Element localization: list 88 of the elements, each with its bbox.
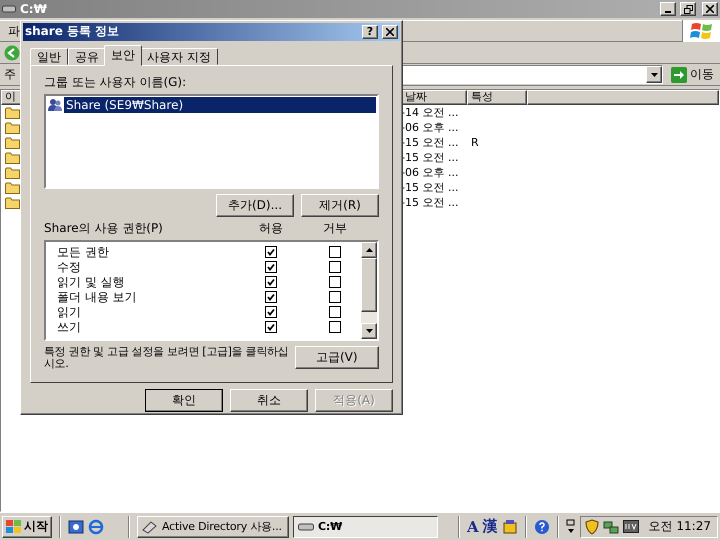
shield-icon[interactable] (584, 518, 599, 534)
deny-checkbox[interactable] (329, 306, 341, 318)
allow-header: 허용 (258, 220, 284, 237)
folder-icon (5, 136, 20, 148)
allow-checkbox[interactable] (265, 291, 277, 304)
permission-name: 읽기 및 실행 (57, 274, 126, 291)
hint-text: 특정 권한 및 고급 설정을 보려면 [고급]을 클릭하십시오. (44, 346, 289, 370)
taskbar-button[interactable]: Active Directory 사용... (137, 516, 289, 538)
tab[interactable]: 공유 (68, 48, 106, 65)
restore-icon (684, 4, 692, 14)
tab[interactable]: 사용자 지정 (140, 48, 218, 65)
permission-name: 폴더 내용 보기 (57, 288, 138, 306)
deny-checkbox[interactable] (329, 246, 341, 258)
up-arrow-icon (366, 248, 372, 252)
dialog-title: share 등록 정보 (25, 23, 120, 40)
user-list[interactable]: Share (SE9₩Share) (44, 94, 379, 189)
tab[interactable]: 보안 (104, 44, 142, 66)
menu-item[interactable]: 파 (8, 22, 20, 40)
advanced-button[interactable]: 고급(V) (294, 346, 379, 369)
ime-indicator[interactable]: 漢 (482, 517, 498, 536)
go-button[interactable]: 이동 (667, 64, 718, 84)
deny-checkbox[interactable] (329, 321, 341, 334)
user-item[interactable]: Share (SE9₩Share) (64, 96, 376, 113)
tool-icon (142, 520, 158, 534)
flag-logo-icon (690, 21, 714, 41)
date-cell-text: -06 오후 ... (401, 120, 460, 135)
folder-icon (5, 182, 20, 194)
deny-header: 거부 (322, 220, 348, 237)
attribute-cell-text: R (470, 136, 480, 149)
folder-icon (5, 196, 20, 208)
column-header[interactable]: 날짜 (401, 90, 467, 105)
deny-checkbox[interactable] (329, 276, 341, 288)
deny-checkbox[interactable] (329, 291, 341, 304)
ime-indicator[interactable]: A (466, 518, 479, 536)
add-button[interactable]: 추가(D)... (216, 194, 294, 217)
clock: 오전 11:27 (648, 518, 711, 535)
dialog-button[interactable]: 확인 (145, 389, 223, 412)
date-cell-text: -15 오전 ... (401, 180, 460, 195)
permission-name: 수정 (57, 258, 82, 276)
folder-icon (5, 122, 20, 134)
toolbar-options-icon[interactable] (566, 518, 576, 534)
ime-pad-icon[interactable] (502, 518, 518, 534)
folder-icon (5, 166, 20, 178)
allow-checkbox[interactable] (265, 276, 277, 288)
help-icon[interactable] (534, 518, 550, 534)
column-header[interactable]: 특성 (467, 90, 527, 105)
caret-icon (650, 72, 658, 76)
close-icon (706, 5, 714, 13)
help-button[interactable]: ? (362, 24, 378, 39)
permission-name: 읽기 (57, 304, 82, 321)
tab[interactable]: 일반 (30, 48, 68, 65)
desktop-icon[interactable] (68, 518, 84, 534)
allow-checkbox[interactable] (265, 306, 277, 318)
window-title: C:₩ (20, 2, 48, 16)
user-group-icon (47, 98, 63, 112)
taskbar-button[interactable]: C:₩ (293, 516, 438, 538)
remove-button[interactable]: 제거(R) (301, 194, 379, 217)
date-cell-text: -15 오전 ... (401, 150, 460, 165)
flag-logo-icon (6, 520, 22, 534)
restore-button[interactable] (680, 2, 696, 16)
permission-name: 쓰기 (57, 318, 82, 336)
allow-checkbox[interactable] (265, 246, 277, 258)
folder-icon (5, 106, 20, 118)
drive-icon (2, 5, 16, 13)
drive-icon (298, 522, 314, 530)
folder-icon (5, 152, 20, 164)
group-label: 그룹 또는 사용자 이름(G): (44, 74, 188, 91)
allow-checkbox[interactable] (265, 261, 277, 274)
address-label: 주 (4, 66, 16, 83)
close-button[interactable] (702, 2, 718, 16)
deny-checkbox[interactable] (329, 261, 341, 274)
close-icon (386, 28, 394, 36)
dialog-button[interactable]: 취소 (230, 389, 308, 412)
minimize-button[interactable] (660, 2, 676, 16)
date-cell-text: -15 오전 ... (401, 135, 460, 150)
network-icon[interactable] (602, 518, 619, 534)
down-arrow-icon (366, 328, 372, 333)
permissions-label: Share의 사용 권한(P) (44, 220, 164, 237)
date-cell-text: -14 오전 ... (401, 105, 460, 120)
permission-name: 모든 권한 (57, 244, 110, 261)
scrollbar[interactable] (361, 242, 377, 339)
date-cell-text: -06 오후 ... (401, 165, 460, 180)
dropdown-button[interactable] (646, 66, 662, 83)
close-button[interactable] (382, 24, 398, 39)
date-cell-text: -15 오전 ... (401, 195, 460, 210)
start-button[interactable]: 시작 (2, 516, 52, 538)
allow-checkbox[interactable] (265, 321, 277, 334)
monitor-icon[interactable] (622, 520, 639, 534)
